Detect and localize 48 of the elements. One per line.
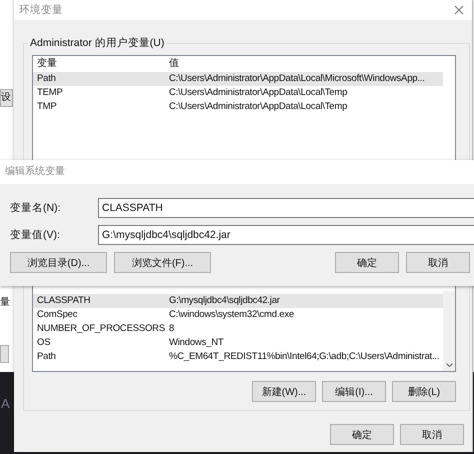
- list-row[interactable]: OS Windows_NT: [33, 336, 443, 350]
- variable-name: TMP: [36, 100, 58, 114]
- input-field[interactable]: G:\mysqljdbc4\sqljdbc42.jar: [98, 225, 474, 245]
- settings-button[interactable]: 设: [0, 89, 13, 107]
- variable-value: C:\Users\Administrator\AppData\Local\Temp: [168, 86, 348, 100]
- variable-value: C:\Users\Administrator\AppData\Local\Temp: [168, 100, 348, 114]
- list-row[interactable]: ComSpec C:\windows\system32\cmd.exe: [33, 308, 443, 322]
- variable-name: Path: [36, 72, 57, 86]
- variable-value: Windows_NT: [168, 336, 224, 350]
- field-label: 变量名(N):: [10, 201, 62, 215]
- variable-value: C:\Users\Administrator\AppData\Local\Microsoft\WindowsApp...: [168, 72, 425, 86]
- scrollbar[interactable]: [443, 291, 455, 371]
- list-row[interactable]: TEMP C:\Users\Administrator\AppData\Local\Temp: [33, 86, 443, 100]
- button[interactable]: 删除(L): [392, 381, 456, 402]
- browse-button[interactable]: 浏览文件(F)...: [114, 252, 211, 273]
- button[interactable]: 编辑(I)...: [322, 381, 386, 402]
- window-title: 环境变量: [19, 3, 63, 17]
- cancel-button[interactable]: 取消: [400, 424, 464, 445]
- list-row[interactable]: Path %C_EM64T_REDIST11%bin\Intel64;G:\adb;C:\Users\Administrat...: [33, 350, 443, 364]
- field-label: 变量值(V):: [10, 228, 61, 242]
- label: 量: [0, 297, 11, 309]
- variable-value: %C_EM64T_REDIST11%bin\Intel64;G:\adb;C:\Users\Administrat...: [168, 350, 440, 364]
- variable-name: NUMBER_OF_PROCESSORS: [36, 322, 166, 336]
- ok-button[interactable]: 确定: [335, 252, 399, 273]
- dialog-title: 编辑系统变量: [0, 160, 474, 184]
- close-icon[interactable]: [454, 5, 464, 15]
- variable-name: TEMP: [36, 86, 64, 100]
- list-row[interactable]: TMP C:\Users\Administrator\AppData\Local\Temp: [33, 100, 443, 114]
- column-header[interactable]: 值: [166, 56, 179, 72]
- variable-value: C:\windows\system32\cmd.exe: [168, 308, 294, 322]
- variable-name: CLASSPATH: [36, 294, 92, 308]
- variable-value: G:\mysqljdbc4\sqljdbc42.jar: [168, 294, 280, 308]
- ok-button[interactable]: 确定: [330, 424, 394, 445]
- variable-name: OS: [36, 336, 52, 350]
- column-header[interactable]: 变量: [33, 56, 166, 72]
- group-label: Administrator 的用户变量(U): [29, 36, 166, 50]
- cancel-button[interactable]: 取消: [406, 252, 470, 273]
- terminal-text: A: [1, 396, 10, 411]
- list-row[interactable]: Path C:\Users\Administrator\AppData\Local\Microsoft\WindowsApp...: [33, 72, 443, 86]
- variable-value: 8: [168, 322, 174, 336]
- list-row[interactable]: NUMBER_OF_PROCESSORS 8: [33, 322, 443, 336]
- variable-name: ComSpec: [36, 308, 78, 322]
- variable-name: Path: [36, 350, 57, 364]
- list-row[interactable]: CLASSPATH G:\mysqljdbc4\sqljdbc42.jar: [33, 294, 443, 308]
- browse-button[interactable]: 浏览目录(D)...: [10, 252, 107, 273]
- input-field[interactable]: CLASSPATH: [98, 198, 474, 218]
- button[interactable]: 新建(W)...: [252, 381, 316, 402]
- scroll-down-icon[interactable]: [446, 363, 452, 367]
